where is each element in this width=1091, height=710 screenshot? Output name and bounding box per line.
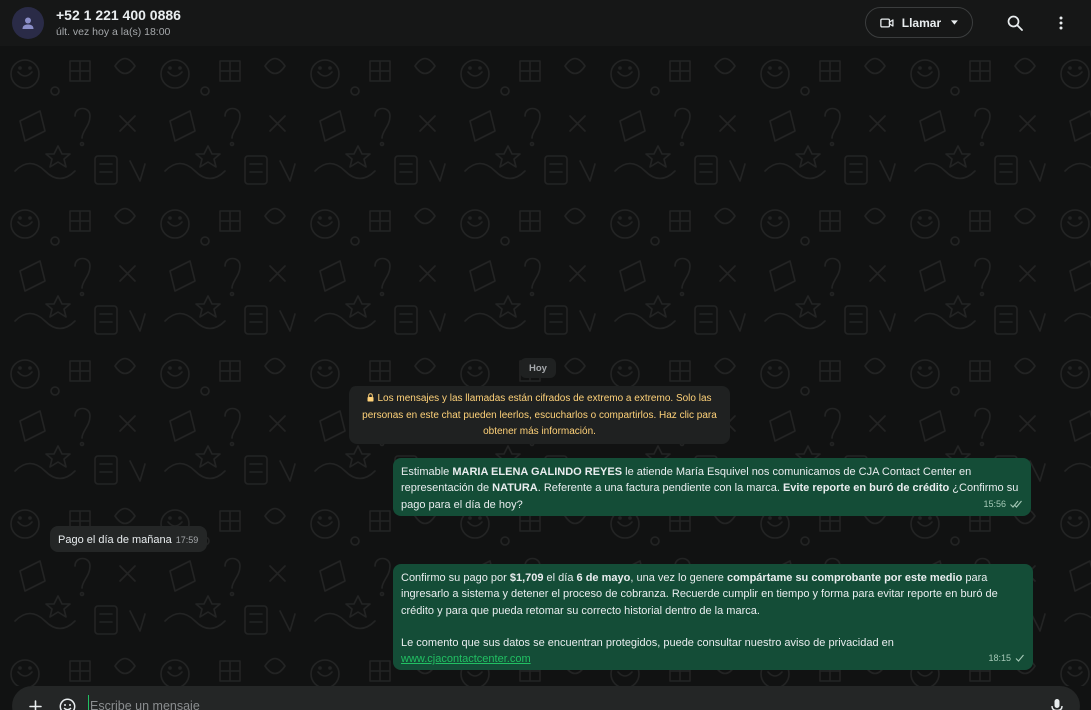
check-icon xyxy=(1015,654,1024,662)
emoji-button[interactable] xyxy=(56,695,78,710)
message-text: Estimable MARIA ELENA GALINDO REYES le a… xyxy=(401,464,1023,513)
search-icon xyxy=(1007,15,1023,31)
last-seen-status: últ. vez hoy a la(s) 18:00 xyxy=(56,25,171,38)
message-composer xyxy=(0,686,1091,710)
person-icon xyxy=(22,17,34,29)
emoji-icon xyxy=(59,698,75,710)
call-button[interactable]: Llamar xyxy=(865,7,973,38)
text-bold-segment: MARIA ELENA GALINDO REYES xyxy=(452,466,623,478)
chevron-down-icon xyxy=(951,20,958,25)
message-time: 17:59 xyxy=(175,535,199,545)
encryption-notice[interactable]: Los mensajes y las llamadas están cifrad… xyxy=(349,386,730,444)
search-button[interactable] xyxy=(1001,9,1029,37)
text-segment: el día xyxy=(543,572,577,584)
message-text: Pago el día de mañana xyxy=(58,534,172,546)
message-outgoing[interactable]: Confirmo su pago por $1,709 el día 6 de … xyxy=(393,564,1033,670)
text-bold-segment: compártame su comprobante por este medio xyxy=(726,572,963,584)
text-bold-segment: $1,709 xyxy=(509,572,544,584)
video-camera-icon xyxy=(880,17,894,28)
message-meta: 15:56 xyxy=(983,496,1023,512)
text-bold-segment: Evite reporte en buró de crédito xyxy=(782,482,950,495)
text-bold-segment: 6 de mayo xyxy=(576,572,631,584)
text-segment: Estimable xyxy=(401,466,453,478)
more-vertical-icon xyxy=(1059,16,1063,29)
call-button-label: Llamar xyxy=(901,15,942,30)
date-divider: Hoy xyxy=(520,358,556,378)
text-bold-segment: NATURA xyxy=(492,482,538,495)
plus-icon xyxy=(28,699,42,710)
chat-header: +52 1 221 400 0886 últ. vez hoy a la(s) … xyxy=(0,0,1091,46)
text-segment: Confirmo su pago por xyxy=(401,572,510,584)
lock-icon xyxy=(367,393,374,402)
message-time: 18:15 xyxy=(988,652,1011,663)
voice-button[interactable] xyxy=(1046,695,1068,710)
text-segment: , una vez lo genere xyxy=(630,572,727,584)
double-check-icon xyxy=(1010,500,1022,508)
text-segment: . Referente a una factura pendiente con … xyxy=(537,482,783,495)
message-incoming[interactable]: Pago el día de mañana 17:59 xyxy=(50,526,207,552)
avatar[interactable] xyxy=(12,7,44,39)
encryption-notice-text: Los mensajes y las llamadas están cifrad… xyxy=(362,393,717,437)
message-outgoing[interactable]: Estimable MARIA ELENA GALINDO REYES le a… xyxy=(393,458,1031,516)
microphone-icon xyxy=(1051,698,1063,710)
message-text: Confirmo su pago por $1,709 el día 6 de … xyxy=(401,570,1025,667)
privacy-link[interactable]: www.cjacontactcenter.com xyxy=(401,653,531,665)
composer-bar xyxy=(12,686,1080,710)
message-time: 15:56 xyxy=(983,498,1006,509)
contact-name: +52 1 221 400 0886 xyxy=(56,6,181,23)
text-segment: Le comento que sus datos se encuentran p… xyxy=(401,636,894,649)
contact-info[interactable]: +52 1 221 400 0886 últ. vez hoy a la(s) … xyxy=(56,7,181,40)
menu-button[interactable] xyxy=(1047,9,1075,37)
message-input[interactable] xyxy=(88,695,1036,710)
message-meta: 18:15 xyxy=(988,650,1025,666)
attach-button[interactable] xyxy=(24,695,46,710)
chat-area[interactable]: Hoy Los mensajes y las llamadas están ci… xyxy=(0,46,1091,686)
